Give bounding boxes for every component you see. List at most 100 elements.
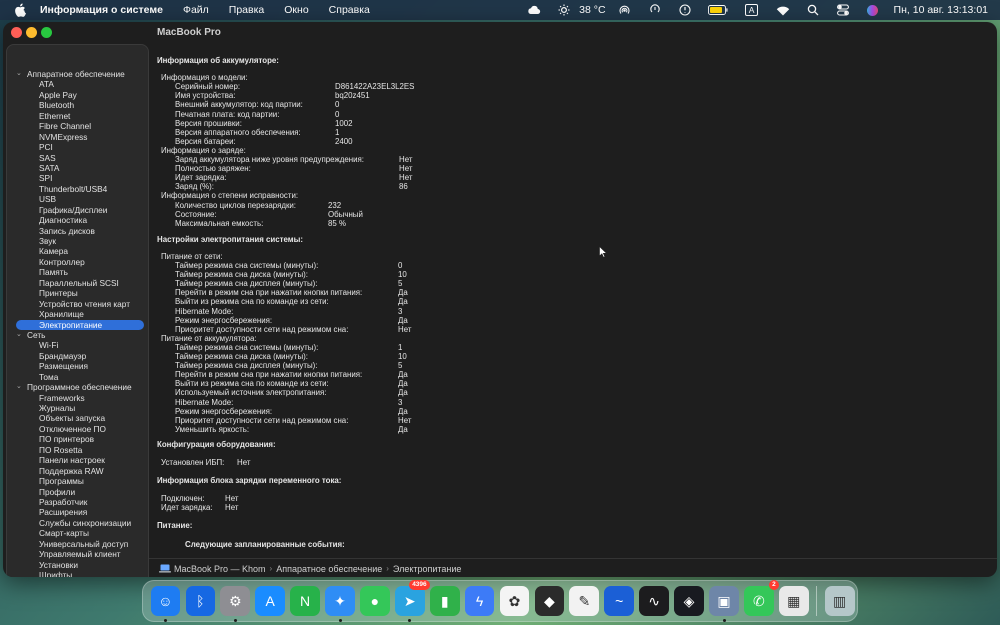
dock-system-information[interactable]: ▣ <box>709 586 739 622</box>
sidebar-item[interactable]: Диагностика <box>7 215 148 225</box>
sidebar-item[interactable]: Тома <box>7 372 148 382</box>
dock-photos[interactable]: ✿ <box>499 586 530 616</box>
input-source-icon[interactable]: A <box>744 3 760 17</box>
siri-icon[interactable] <box>866 3 880 17</box>
dock-reader-app[interactable]: ~ <box>604 586 635 616</box>
sidebar-item[interactable]: PCI <box>7 142 148 152</box>
temperature-text[interactable]: 38 °C <box>579 4 605 16</box>
sidebar-item[interactable]: Электропитание <box>16 319 144 330</box>
sidebar-category[interactable]: ⌄ Сеть <box>7 330 148 340</box>
sidebar-item[interactable]: Хранилище <box>7 309 148 319</box>
sidebar-item[interactable]: Панели настроек <box>7 455 148 465</box>
dock-bluetooth[interactable]: ᛒ <box>185 586 216 616</box>
sidebar-item[interactable]: Запись дисков <box>7 226 148 236</box>
mic-icon[interactable] <box>648 3 662 17</box>
menu-app-name[interactable]: Информация о системе <box>40 4 163 16</box>
dock-stocks[interactable]: ∿ <box>639 586 669 616</box>
chevron-down-icon[interactable]: ⌄ <box>16 382 22 392</box>
sidebar-item[interactable]: Ethernet <box>7 111 148 121</box>
finder-icon: ☺ <box>158 593 173 609</box>
sidebar-item[interactable]: Устройство чтения карт <box>7 299 148 309</box>
sun-icon[interactable] <box>557 3 571 17</box>
sidebar-item[interactable]: Звук <box>7 236 148 246</box>
sidebar-item[interactable]: Шрифты <box>7 570 148 577</box>
sidebar-item[interactable]: Контроллер <box>7 257 148 267</box>
menu-edit[interactable]: Правка <box>229 4 264 16</box>
sidebar-item[interactable]: Поддержка RAW <box>7 466 148 476</box>
spotlight-icon[interactable] <box>806 3 820 17</box>
sidebar-item[interactable]: Размещения <box>7 361 148 371</box>
sidebar-item[interactable]: Программы <box>7 476 148 486</box>
minimize-button[interactable] <box>26 27 37 38</box>
dock-installer[interactable]: ▦ <box>778 586 809 616</box>
menu-file[interactable]: Файл <box>183 4 209 16</box>
control-center-icon[interactable] <box>836 3 850 17</box>
sidebar-item[interactable]: NVMExpress <box>7 132 148 142</box>
dock-n-app[interactable]: N <box>290 586 320 616</box>
sidebar-item[interactable]: Управляемый клиент <box>7 549 148 559</box>
sidebar-item[interactable]: Журналы <box>7 403 148 413</box>
path-segment-category[interactable]: Аппаратное обеспечение <box>276 564 382 574</box>
path-segment-current[interactable]: Электропитание <box>393 564 462 574</box>
dock-safari[interactable]: ✦ <box>325 586 355 622</box>
sidebar-item[interactable]: Графика/Дисплеи <box>7 205 148 215</box>
menu-help[interactable]: Справка <box>329 4 370 16</box>
dock-numbers[interactable]: ▮ <box>429 586 460 616</box>
sidebar-item[interactable]: Bluetooth <box>7 100 148 110</box>
sidebar-item[interactable]: Apple Pay <box>7 90 148 100</box>
sidebar-item[interactable]: ПО Rosetta <box>7 445 148 455</box>
dock-app-store[interactable]: A <box>255 586 286 616</box>
sidebar-item-label: USB <box>39 194 57 205</box>
sidebar-item[interactable]: Смарт-карты <box>7 528 148 538</box>
sidebar-item[interactable]: Разработчик <box>7 497 148 507</box>
menu-window[interactable]: Окно <box>284 4 308 16</box>
path-segment-computer[interactable]: MacBook Pro — Khom <box>174 564 266 574</box>
sidebar-item[interactable]: Установки <box>7 560 148 570</box>
dock-mosaic-app[interactable]: ◆ <box>534 586 565 616</box>
sidebar-item[interactable]: Объекты запуска <box>7 413 148 423</box>
sidebar-item[interactable]: ATA <box>7 79 148 89</box>
sidebar-item[interactable]: Принтеры <box>7 288 148 298</box>
close-button[interactable] <box>11 27 22 38</box>
sidebar-item[interactable]: SPI <box>7 173 148 183</box>
wifi-icon[interactable] <box>776 3 790 17</box>
sidebar-item[interactable]: Брандмауэр <box>7 351 148 361</box>
sidebar-item[interactable]: Thunderbolt/USB4 <box>7 184 148 194</box>
airdrop-icon[interactable] <box>618 3 632 17</box>
sidebar-item[interactable]: Wi-Fi <box>7 340 148 350</box>
clock-text[interactable]: Пн, 10 авг. 13:13:01 <box>894 4 988 16</box>
cloud-badge-icon[interactable] <box>527 3 541 17</box>
sidebar-item[interactable]: USB <box>7 194 148 204</box>
dock-messages[interactable]: ● <box>360 586 390 616</box>
timemachine-icon[interactable] <box>678 3 692 17</box>
sidebar-item[interactable]: SAS <box>7 153 148 163</box>
sidebar-item[interactable]: SATA <box>7 163 148 173</box>
sidebar-item[interactable]: Память <box>7 267 148 277</box>
sidebar-item[interactable]: Fibre Channel <box>7 121 148 131</box>
sidebar-item[interactable]: Камера <box>7 246 148 256</box>
sidebar-item[interactable]: Параллельный SCSI <box>7 278 148 288</box>
sidebar-item-label: Камера <box>39 246 68 257</box>
sidebar-item[interactable]: Службы синхронизации <box>7 518 148 528</box>
sidebar-item[interactable]: Профили <box>7 487 148 497</box>
dock-binance[interactable]: ◈ <box>674 586 704 616</box>
sidebar-item[interactable]: Расширения <box>7 507 148 517</box>
dock-trash[interactable]: ▥ <box>824 586 855 616</box>
dock-voice-app[interactable]: ✎ <box>569 586 600 616</box>
chevron-down-icon[interactable]: ⌄ <box>16 69 22 79</box>
dock-phone[interactable]: ✆ 2 <box>744 580 779 616</box>
sidebar-category[interactable]: ⌄ Программное обеспечение <box>7 382 148 392</box>
dock-messenger[interactable]: ϟ <box>464 586 495 616</box>
battery-icon[interactable] <box>707 3 728 17</box>
apple-menu-icon[interactable] <box>14 3 28 17</box>
dock-system-settings[interactable]: ⚙ <box>220 586 251 622</box>
maximize-button[interactable] <box>41 27 52 38</box>
sidebar-item[interactable]: Frameworks <box>7 393 148 403</box>
sidebar-item[interactable]: ПО принтеров <box>7 434 148 444</box>
sidebar-item[interactable]: Универсальный доступ <box>7 539 148 549</box>
sidebar-category[interactable]: ⌄ Аппаратное обеспечение <box>7 69 148 79</box>
dock-telegram[interactable]: ➤ 4396 <box>394 580 430 622</box>
sidebar-item[interactable]: Отключенное ПО <box>7 424 148 434</box>
chevron-down-icon[interactable]: ⌄ <box>16 330 22 340</box>
dock-finder[interactable]: ☺ <box>150 586 181 622</box>
